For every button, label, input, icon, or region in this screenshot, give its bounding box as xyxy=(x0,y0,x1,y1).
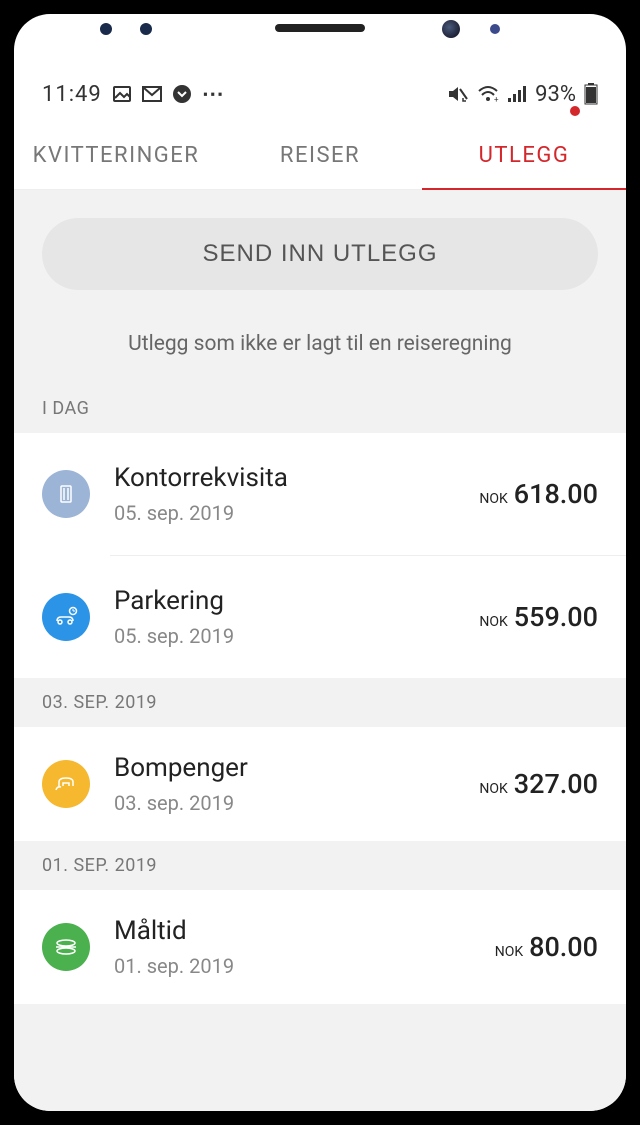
expense-title: Bompenger xyxy=(114,753,455,783)
content-area[interactable]: SEND INN UTLEGG Utlegg som ikke er lagt … xyxy=(14,190,626,1111)
mute-icon xyxy=(447,84,469,104)
expense-details: Måltid 01. sep. 2019 xyxy=(114,916,471,978)
tab-expenses[interactable]: UTLEGG xyxy=(422,122,626,189)
expense-title: Kontorrekvisita xyxy=(114,463,455,493)
amount-value: 80.00 xyxy=(529,931,598,963)
expense-title: Parkering xyxy=(114,586,455,616)
tab-label: UTLEGG xyxy=(479,143,570,168)
expense-date: 05. sep. 2019 xyxy=(114,624,455,648)
expense-details: Kontorrekvisita 05. sep. 2019 xyxy=(114,463,455,525)
expense-item[interactable]: Bompenger 03. sep. 2019 NOK 327.00 xyxy=(14,727,626,841)
sensor-dot xyxy=(100,23,112,35)
expense-item[interactable]: Kontorrekvisita 05. sep. 2019 NOK 618.00 xyxy=(14,433,626,555)
amount-value: 327.00 xyxy=(514,768,598,800)
battery-percent: 93% xyxy=(535,82,576,107)
tab-travels[interactable]: REISER xyxy=(218,122,422,189)
image-icon xyxy=(112,84,132,104)
button-label: SEND INN UTLEGG xyxy=(202,240,437,267)
currency-label: NOK xyxy=(495,944,523,960)
expense-item[interactable]: Måltid 01. sep. 2019 NOK 80.00 xyxy=(14,890,626,1004)
phone-frame: 11:49 ⋯ + xyxy=(0,0,640,1125)
expense-amount: NOK 618.00 xyxy=(479,478,598,510)
amount-value: 559.00 xyxy=(514,601,598,633)
expense-list: Kontorrekvisita 05. sep. 2019 NOK 618.00… xyxy=(14,433,626,678)
tab-receipts[interactable]: KVITTERINGER xyxy=(14,122,218,189)
phone-screen: 11:49 ⋯ + xyxy=(14,14,626,1111)
signal-icon xyxy=(507,85,527,103)
expense-date: 01. sep. 2019 xyxy=(114,954,471,978)
status-left: 11:49 ⋯ xyxy=(42,82,226,107)
parking-icon xyxy=(42,593,90,641)
section-header: 03. SEP. 2019 xyxy=(14,678,626,727)
expense-amount: NOK 80.00 xyxy=(495,931,598,963)
tab-label: REISER xyxy=(280,143,360,168)
wifi-icon: + xyxy=(477,85,499,103)
currency-label: NOK xyxy=(479,491,507,507)
expense-date: 05. sep. 2019 xyxy=(114,501,455,525)
proximity-sensor xyxy=(490,24,500,34)
currency-label: NOK xyxy=(479,614,507,630)
expense-amount: NOK 559.00 xyxy=(479,601,598,633)
status-right: + 93% xyxy=(447,82,598,107)
toll-icon xyxy=(42,760,90,808)
section-header: 01. SEP. 2019 xyxy=(14,841,626,890)
currency-label: NOK xyxy=(479,781,507,797)
sensor-dot xyxy=(140,23,152,35)
office-supplies-icon xyxy=(42,470,90,518)
battery-icon xyxy=(584,83,598,105)
status-time: 11:49 xyxy=(42,82,102,107)
expense-item[interactable]: Parkering 05. sep. 2019 NOK 559.00 xyxy=(110,555,626,678)
meal-icon xyxy=(42,923,90,971)
amount-value: 618.00 xyxy=(514,478,598,510)
section-header-today: I DAG xyxy=(14,384,626,433)
submit-expenses-button[interactable]: SEND INN UTLEGG xyxy=(42,218,598,290)
expense-details: Bompenger 03. sep. 2019 xyxy=(114,753,455,815)
expense-amount: NOK 327.00 xyxy=(479,768,598,800)
expense-details: Parkering 05. sep. 2019 xyxy=(114,586,455,648)
front-camera xyxy=(442,20,460,38)
expense-list: Bompenger 03. sep. 2019 NOK 327.00 xyxy=(14,727,626,841)
speaker-grill xyxy=(275,24,365,32)
mail-icon xyxy=(142,86,162,102)
expense-date: 03. sep. 2019 xyxy=(114,791,455,815)
expense-title: Måltid xyxy=(114,916,471,946)
phone-notch xyxy=(0,0,640,44)
submit-section: SEND INN UTLEGG xyxy=(14,190,626,314)
tabs: KVITTERINGER REISER UTLEGG xyxy=(14,122,626,190)
more-icon: ⋯ xyxy=(202,82,226,107)
info-text: Utlegg som ikke er lagt til en reiseregn… xyxy=(14,314,626,384)
notification-dot xyxy=(570,106,580,116)
svg-text:+: + xyxy=(494,95,499,103)
status-bar: 11:49 ⋯ + xyxy=(14,66,626,122)
expense-list: Måltid 01. sep. 2019 NOK 80.00 xyxy=(14,890,626,1004)
tab-label: KVITTERINGER xyxy=(33,143,200,168)
pocket-icon xyxy=(172,84,192,104)
